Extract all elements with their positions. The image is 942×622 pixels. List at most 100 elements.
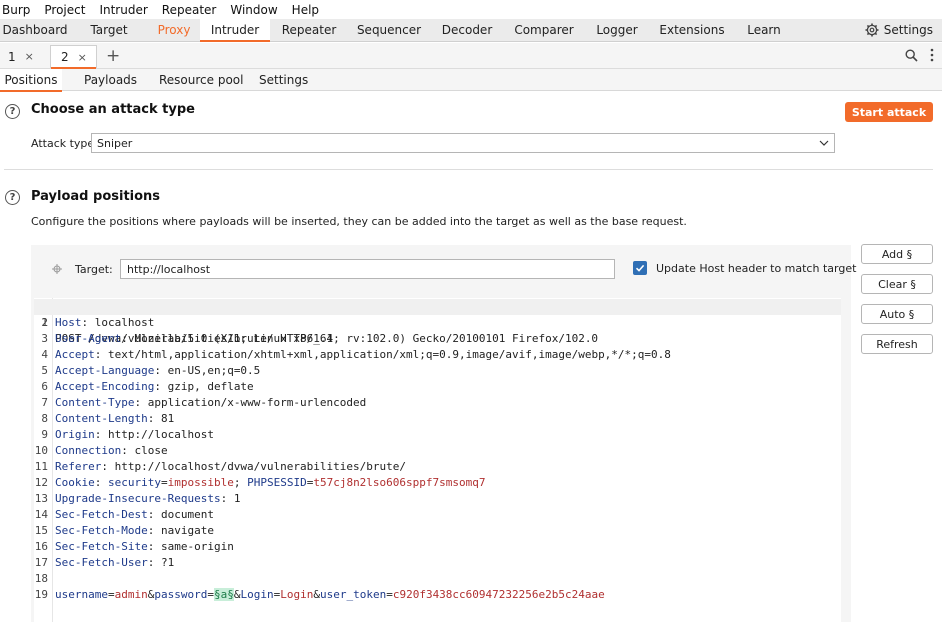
menu-help[interactable]: Help <box>291 3 320 17</box>
settings-label: Settings <box>883 23 933 37</box>
add-marker-button[interactable]: Add § <box>861 244 933 264</box>
attack-tabs: 1 × 2 × + <box>0 43 942 69</box>
tab-repeater[interactable]: Repeater <box>270 19 348 41</box>
search-icon[interactable] <box>905 48 918 62</box>
param-name: user_token <box>319 588 387 601</box>
attack-type-value: Sniper <box>97 136 133 150</box>
tab-intruder[interactable]: Intruder <box>200 19 270 42</box>
tab-proxy[interactable]: Proxy <box>148 19 200 41</box>
cookie-value: t57cj8n2lso606sppf7smsomq7 <box>313 476 486 489</box>
tab-target[interactable]: Target <box>70 19 148 41</box>
check-icon <box>635 264 645 272</box>
menu-burp[interactable]: Burp <box>1 3 31 17</box>
header-name: Referer <box>55 460 102 473</box>
cookie-name: security <box>108 476 161 489</box>
payload-marker[interactable]: §a§ <box>213 588 234 601</box>
header-value: : close <box>121 444 168 457</box>
close-icon[interactable]: × <box>78 51 87 64</box>
line-number: 8 <box>41 412 48 425</box>
update-host-checkbox[interactable] <box>633 261 647 275</box>
line-number: 17 <box>34 556 48 569</box>
header-name: Accept-Language <box>55 364 155 377</box>
header-name: Upgrade-Insecure-Requests <box>55 492 221 505</box>
header-name: Content-Type <box>55 396 135 409</box>
body-line: 19 username=admin&password=§a§&Login=Logi… <box>34 588 605 601</box>
header-line: 9 Origin: http://localhost <box>34 427 841 443</box>
help-icon[interactable]: ? <box>5 190 20 205</box>
menu-project[interactable]: Project <box>43 3 86 17</box>
header-value: : ?1 <box>147 556 175 569</box>
header-name: Content-Length <box>55 412 148 425</box>
menu-window[interactable]: Window <box>229 3 278 17</box>
header-line: 8 Content-Length: 81 <box>34 411 841 427</box>
header-value: : Mozilla/5.0 (X11; Linux x86_64; rv:102… <box>121 332 599 345</box>
chevron-down-icon <box>819 140 829 146</box>
header-line: 5 Accept-Language: en-US,en;q=0.5 <box>34 363 841 379</box>
settings-button[interactable]: Settings <box>865 19 933 41</box>
tab-extensions[interactable]: Extensions <box>650 19 734 41</box>
line-number: 19 <box>34 588 48 601</box>
header-value: : en-US,en;q=0.5 <box>154 364 261 377</box>
line-number: 7 <box>41 396 48 409</box>
tab-decoder[interactable]: Decoder <box>430 19 504 41</box>
line-number: 10 <box>34 444 48 457</box>
attack-tab-2[interactable]: 2 × <box>50 45 97 69</box>
blank-line: 18 <box>34 571 841 587</box>
tab-settings[interactable]: Settings <box>259 69 308 91</box>
auto-marker-button[interactable]: Auto § <box>861 304 933 324</box>
param-value: admin <box>114 588 148 601</box>
header-line: 10 Connection: close <box>34 443 841 459</box>
line-number: 9 <box>41 428 48 441</box>
menu-intruder[interactable]: Intruder <box>98 3 148 17</box>
param-name: Login <box>240 588 274 601</box>
header-line: 16 Sec-Fetch-Site: same-origin <box>34 539 841 555</box>
header-value: : 81 <box>147 412 175 425</box>
cookie-name: PHPSESSID <box>247 476 307 489</box>
request-line: 1 POST /dvwa/vulnerabilities/brute/ HTTP… <box>34 299 841 345</box>
tab-logger[interactable]: Logger <box>584 19 650 41</box>
line-number: 14 <box>34 508 48 521</box>
line-number: 3 <box>41 332 48 345</box>
help-icon[interactable]: ? <box>5 104 20 119</box>
menu-repeater[interactable]: Repeater <box>161 3 218 17</box>
header-name: Accept <box>55 348 95 361</box>
attack-type-heading: Choose an attack type <box>31 102 195 117</box>
tab-learn[interactable]: Learn <box>734 19 794 41</box>
tab-sequencer[interactable]: Sequencer <box>348 19 430 41</box>
header-value: : same-origin <box>147 540 234 553</box>
attack-tab-1[interactable]: 1 × <box>0 45 44 68</box>
header-line: 15 Sec-Fetch-Mode: navigate <box>34 523 841 539</box>
update-host-label: Update Host header to match target <box>656 262 857 275</box>
cookie-line: 12 Cookie: security=impossible; PHPSESSID… <box>34 476 486 489</box>
target-input[interactable]: http://localhost <box>120 259 615 279</box>
attack-type-select[interactable]: Sniper <box>91 133 835 153</box>
line-number: 18 <box>34 572 48 585</box>
line-number: 13 <box>34 492 48 505</box>
refresh-button[interactable]: Refresh <box>861 334 933 354</box>
param-value: c920f3438cc60947232256e2b5c24aae <box>392 588 605 601</box>
menu-bar: Burp Project Intruder Repeater Window He… <box>0 0 942 19</box>
tab-positions[interactable]: Positions <box>0 69 62 92</box>
param-name: password <box>154 588 208 601</box>
new-tab-button[interactable]: + <box>106 46 120 66</box>
tab-dashboard[interactable]: Dashboard <box>0 19 70 41</box>
header-value: : http://localhost <box>94 428 214 441</box>
header-line: 11 Referer: http://localhost/dvwa/vulnera… <box>34 459 841 475</box>
close-icon[interactable]: × <box>25 50 34 63</box>
clear-marker-button[interactable]: Clear § <box>861 274 933 294</box>
more-options-icon[interactable] <box>930 48 934 62</box>
header-value: : navigate <box>147 524 214 537</box>
line-number: 16 <box>34 540 48 553</box>
start-attack-button[interactable]: Start attack <box>845 102 933 122</box>
header-value: : http://localhost/dvwa/vulnerabilities/… <box>101 460 406 473</box>
tab-resource-pool[interactable]: Resource pool <box>159 69 243 91</box>
line-number: 2 <box>41 316 48 329</box>
payload-positions-description: Configure the positions where payloads w… <box>31 215 687 228</box>
tab-payloads[interactable]: Payloads <box>84 69 137 91</box>
header-line: 3 User-Agent: Mozilla/5.0 (X11; Linux x86… <box>34 331 841 347</box>
header-value: : document <box>147 508 214 521</box>
header-value: : text/html,application/xhtml+xml,applic… <box>94 348 671 361</box>
header-name: Sec-Fetch-User <box>55 556 148 569</box>
tab-comparer[interactable]: Comparer <box>504 19 584 41</box>
header-name: User-Agent <box>55 332 122 345</box>
